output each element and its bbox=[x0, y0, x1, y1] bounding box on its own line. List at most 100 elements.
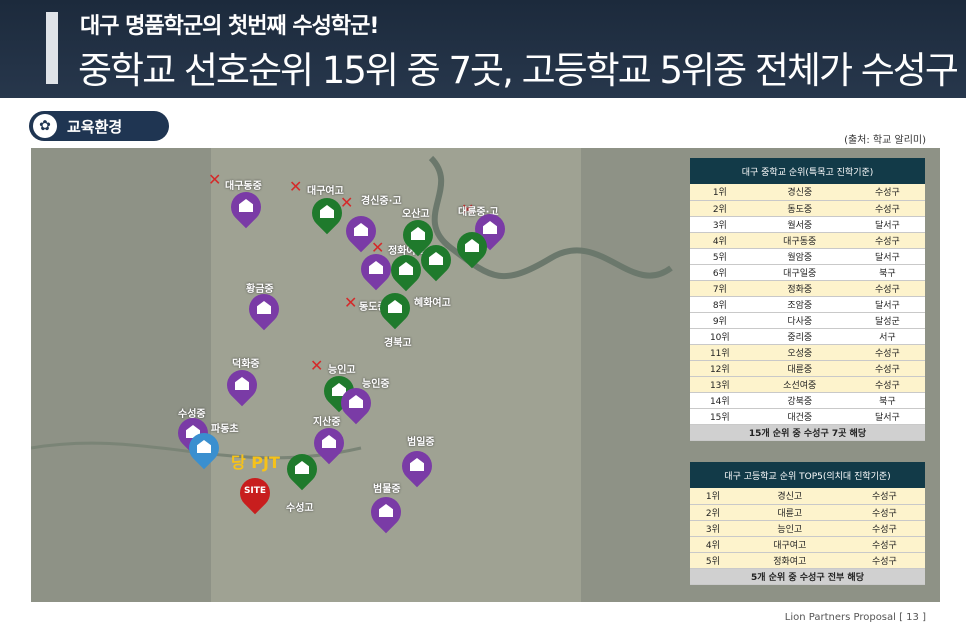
district-cell: 수성구 bbox=[843, 536, 925, 553]
map-label: 황금중 bbox=[246, 284, 274, 295]
table-row: 2위 동도중 수성구 bbox=[690, 200, 925, 217]
rank-cell: 1위 bbox=[690, 488, 736, 505]
table-row: 3위 능인고 수성구 bbox=[690, 520, 925, 537]
rank-cell: 6위 bbox=[690, 264, 750, 281]
district-cell: 수성구 bbox=[849, 184, 925, 201]
page-footer: Lion Partners Proposal [ 13 ] bbox=[784, 612, 926, 623]
table-row: 12위 대륜중 수성구 bbox=[690, 360, 925, 377]
rank-cell: 10위 bbox=[690, 328, 750, 345]
district-cell: 북구 bbox=[849, 264, 925, 281]
school-pin-middle[interactable] bbox=[354, 247, 398, 294]
school-cell: 오성중 bbox=[749, 344, 850, 361]
school-cell: 다사중 bbox=[749, 312, 850, 329]
school-cell: 대구동중 bbox=[749, 232, 850, 249]
map-label: 오산고 bbox=[402, 209, 430, 220]
district-cell: 서구 bbox=[849, 328, 925, 345]
school-pin-middle[interactable] bbox=[395, 444, 439, 491]
school-cell: 대구일중 bbox=[749, 264, 850, 281]
school-cell: 동도중 bbox=[749, 200, 850, 217]
table-row: 7위 정화중 수성구 bbox=[690, 280, 925, 297]
school-pin-middle[interactable] bbox=[334, 381, 378, 428]
school-pin-high[interactable] bbox=[373, 286, 417, 333]
school-cell: 대건중 bbox=[749, 408, 850, 425]
school-pin-middle[interactable] bbox=[307, 421, 351, 468]
table-row: 5위 월암중 달서구 bbox=[690, 248, 925, 265]
map-label: 능인고 bbox=[328, 365, 356, 376]
district-cell: 달서구 bbox=[849, 408, 925, 425]
table-row: 10위 중리중 서구 bbox=[690, 328, 925, 345]
header-subtitle: 대구 명품학군의 첫번째 수성학군! bbox=[80, 14, 379, 39]
district-cell: 수성구 bbox=[849, 344, 925, 361]
header-accent-bar bbox=[46, 12, 58, 84]
high-table-title: 대구 고등학교 순위 TOP5(의치대 진학기준) bbox=[690, 462, 925, 488]
rank-cell: 5위 bbox=[690, 248, 750, 265]
district-cell: 달서구 bbox=[849, 216, 925, 233]
source-note: (출처: 학교 알리미) bbox=[844, 135, 926, 146]
table-footer-row: 5개 순위 중 수성구 전부 해당 bbox=[690, 568, 925, 585]
map-label: 대구여고 bbox=[307, 186, 344, 197]
school-cell: 대구여고 bbox=[735, 536, 844, 553]
rank-cell: 4위 bbox=[690, 536, 736, 553]
school-pin-middle[interactable] bbox=[224, 185, 268, 232]
district-cell: 달서구 bbox=[849, 296, 925, 313]
rank-cell: 2위 bbox=[690, 504, 736, 521]
table-row: 4위 대구여고 수성구 bbox=[690, 536, 925, 553]
rank-cell: 13위 bbox=[690, 376, 750, 393]
rank-cell: 9위 bbox=[690, 312, 750, 329]
school-cell: 대륜중 bbox=[749, 360, 850, 377]
table-row: 5위 정화여고 수성구 bbox=[690, 552, 925, 569]
map-label: 덕화중 bbox=[232, 359, 260, 370]
map-label: 수성고 bbox=[286, 503, 314, 514]
school-cell: 정화중 bbox=[749, 280, 850, 297]
table-row: 1위 경신고 수성구 bbox=[690, 488, 925, 505]
school-pin-high[interactable] bbox=[305, 191, 349, 238]
school-pin-high[interactable] bbox=[280, 447, 324, 494]
map-label: 범일중 bbox=[407, 437, 435, 448]
district-cell: 수성구 bbox=[849, 280, 925, 297]
district-cell: 달서구 bbox=[849, 248, 925, 265]
school-cell: 경신고 bbox=[735, 488, 844, 505]
header-title: 중학교 선호순위 15위 중 7곳, 고등학교 5위중 전체가 수성구 bbox=[78, 49, 959, 92]
school-pin-high[interactable] bbox=[384, 248, 428, 295]
table-row: 9위 다사중 달성군 bbox=[690, 312, 925, 329]
site-label: SITE bbox=[243, 486, 267, 496]
school-pin-middle[interactable] bbox=[339, 209, 383, 256]
table-footer-row: 15개 순위 중 수성구 7곳 해당 bbox=[690, 424, 925, 441]
school-pin-middle[interactable] bbox=[242, 287, 286, 334]
school-cell: 월암중 bbox=[749, 248, 850, 265]
school-cell: 경신중 bbox=[749, 184, 850, 201]
district-cell: 수성구 bbox=[849, 200, 925, 217]
district-cell: 수성구 bbox=[843, 488, 925, 505]
school-pin-elementary[interactable] bbox=[182, 426, 226, 473]
school-pin-middle[interactable] bbox=[364, 490, 408, 537]
section-label: 교육환경 bbox=[67, 118, 123, 136]
project-label: 당 PJT bbox=[231, 453, 280, 472]
rank-cell: 12위 bbox=[690, 360, 750, 377]
table-row: 8위 조암중 달서구 bbox=[690, 296, 925, 313]
school-cell: 대륜고 bbox=[735, 504, 844, 521]
cross-mark: ✕ bbox=[310, 356, 324, 375]
school-cell: 조암중 bbox=[749, 296, 850, 313]
district-cell: 북구 bbox=[849, 392, 925, 409]
rank-cell: 5위 bbox=[690, 552, 736, 569]
page-header: 대구 명품학군의 첫번째 수성학군! 중학교 선호순위 15위 중 7곳, 고등… bbox=[0, 0, 966, 98]
table-row: 4위 대구동중 수성구 bbox=[690, 232, 925, 249]
school-pin-high[interactable] bbox=[450, 225, 494, 272]
rank-cell: 14위 bbox=[690, 392, 750, 409]
table-row: 11위 오성중 수성구 bbox=[690, 344, 925, 361]
section-pill: ✿ 교육환경 bbox=[29, 111, 169, 141]
rank-cell: 3위 bbox=[690, 520, 736, 537]
district-cell: 수성구 bbox=[843, 552, 925, 569]
school-cell: 소선여중 bbox=[749, 376, 850, 393]
map-label: 대구동중 bbox=[225, 181, 262, 192]
middle-table-title: 대구 중학교 순위(특목고 진학기준) bbox=[690, 158, 925, 184]
table-row: 2위 대륜고 수성구 bbox=[690, 504, 925, 521]
site-marker[interactable]: SITE bbox=[233, 471, 277, 516]
school-pin-middle[interactable] bbox=[220, 363, 264, 410]
district-cell: 수성구 bbox=[843, 520, 925, 537]
map-label: 경북고 bbox=[384, 338, 412, 349]
cross-mark: ✕ bbox=[344, 293, 358, 312]
rank-cell: 4위 bbox=[690, 232, 750, 249]
school-pin-high[interactable] bbox=[414, 238, 458, 285]
table-footer: 5개 순위 중 수성구 전부 해당 bbox=[690, 568, 925, 585]
